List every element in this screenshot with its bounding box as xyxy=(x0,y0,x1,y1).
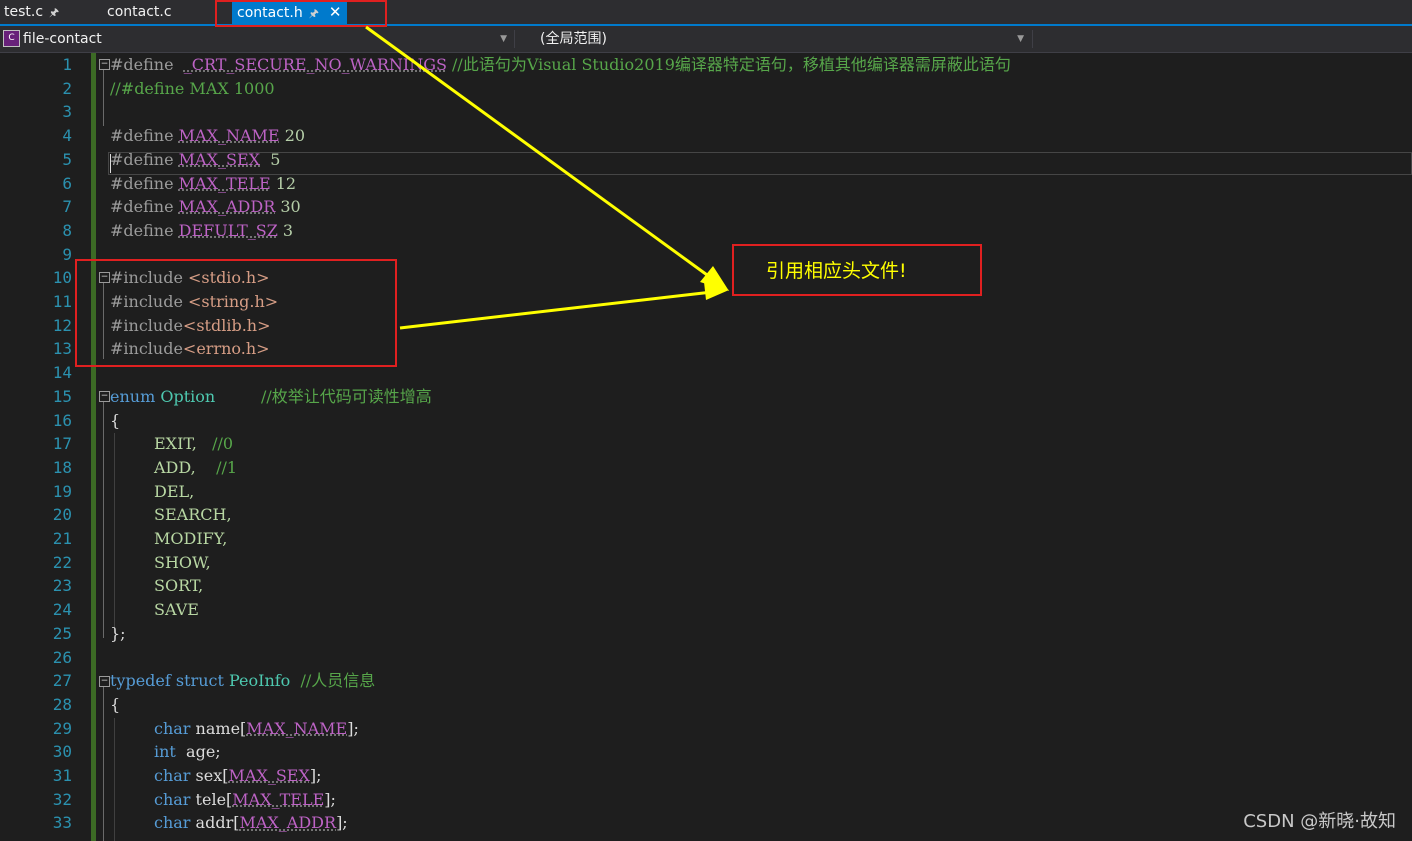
arrow-line xyxy=(399,290,713,330)
annotation-arrows xyxy=(365,25,729,330)
watermark: CSDN @新晓·故知 xyxy=(1243,811,1396,832)
arrow-line xyxy=(365,25,715,282)
